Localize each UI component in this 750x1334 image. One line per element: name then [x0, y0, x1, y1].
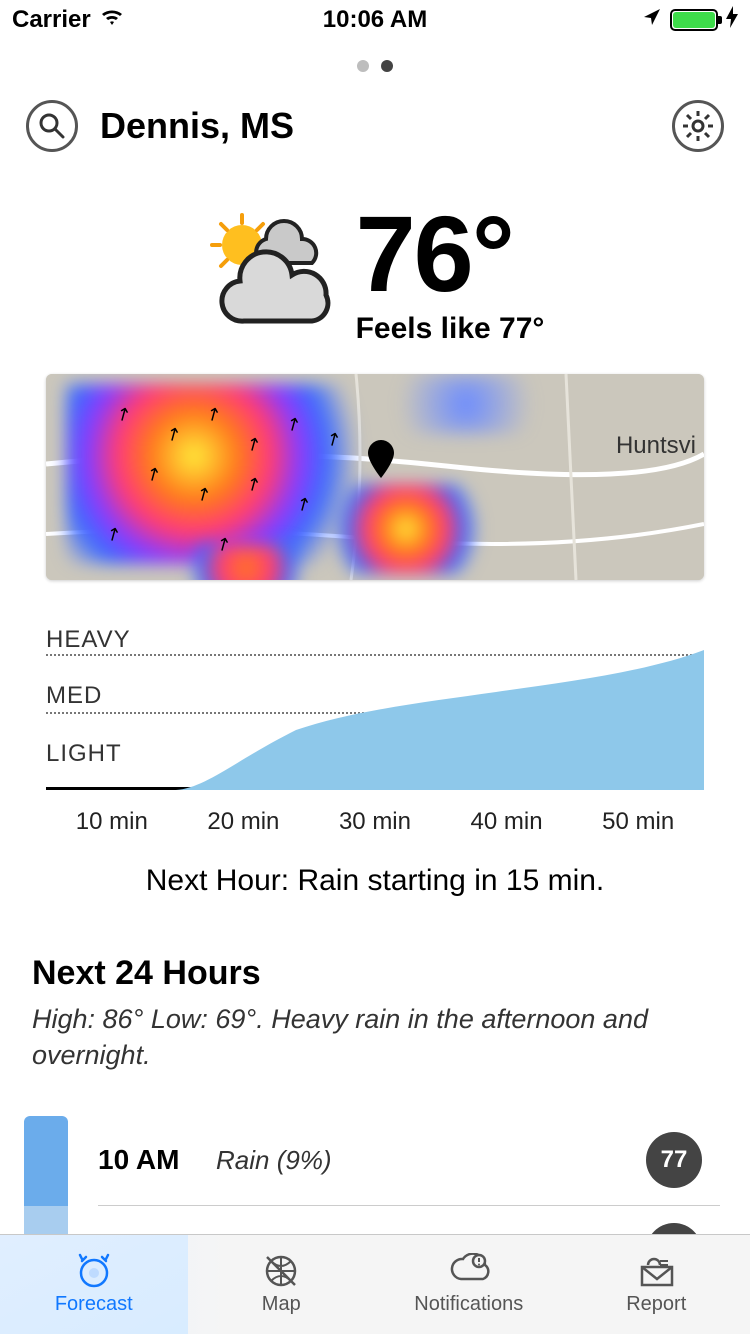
location-name[interactable]: Dennis, MS — [100, 105, 294, 147]
next-hour-summary: Next Hour: Rain starting in 15 min. — [0, 864, 750, 898]
envelope-cloud-icon — [634, 1253, 678, 1289]
tab-label: Report — [626, 1293, 686, 1316]
page-dot[interactable] — [357, 60, 369, 72]
search-button[interactable] — [26, 100, 78, 152]
radar-map[interactable]: ↗ ↗ ↗ ↗ ↗ ↗ ↗ ↗ ↗ ↗ ↗ ↗ Huntsvi — [46, 374, 704, 580]
tab-label: Notifications — [414, 1293, 523, 1316]
globe-icon — [261, 1253, 301, 1289]
hour-temp-badge: 77 — [646, 1132, 702, 1188]
page-dots[interactable] — [0, 60, 750, 72]
xtick: 20 min — [207, 808, 279, 836]
page-dot-active[interactable] — [381, 60, 393, 72]
tab-map[interactable]: Map — [188, 1235, 376, 1334]
hour-condition: Rain (9%) — [216, 1145, 628, 1176]
battery-icon — [670, 9, 718, 31]
intensity-seg — [24, 1116, 68, 1206]
charging-icon — [726, 6, 738, 35]
cloud-alert-icon — [447, 1253, 491, 1289]
tab-label: Forecast — [55, 1293, 133, 1316]
xtick: 10 min — [76, 808, 148, 836]
xtick: 40 min — [471, 808, 543, 836]
precip-chart: HEAVY MED LIGHT — [46, 630, 704, 790]
next-24-title: Next 24 Hours — [32, 954, 718, 993]
tab-bar: Forecast Map Notifications Report — [0, 1234, 750, 1334]
settings-button[interactable] — [672, 100, 724, 152]
location-services-icon — [642, 6, 662, 34]
tab-forecast[interactable]: Forecast — [0, 1235, 188, 1334]
next-24-summary: High: 86° Low: 69°. Heavy rain in the af… — [32, 1001, 718, 1074]
hour-time: 10 AM — [98, 1144, 198, 1176]
tab-report[interactable]: Report — [563, 1235, 750, 1334]
partly-cloudy-icon — [206, 211, 346, 336]
tab-label: Map — [262, 1293, 301, 1316]
search-icon — [38, 112, 66, 140]
carrier-label: Carrier — [12, 6, 91, 34]
hourly-row[interactable]: 10 AM Rain (9%) 77 — [98, 1116, 720, 1206]
location-pin-icon — [368, 440, 394, 483]
xtick: 50 min — [602, 808, 674, 836]
status-time: 10:06 AM — [323, 6, 427, 34]
current-weather: 76° Feels like 77° — [0, 200, 750, 346]
radar-city-label: Huntsvi — [616, 432, 696, 460]
status-bar: Carrier 10:06 AM — [0, 0, 750, 40]
next-24-section: Next 24 Hours High: 86° Low: 69°. Heavy … — [0, 898, 750, 1074]
wifi-icon — [99, 6, 125, 34]
feels-like: Feels like 77° — [356, 312, 545, 346]
chart-x-ticks: 10 min 20 min 30 min 40 min 50 min — [0, 808, 750, 836]
xtick: 30 min — [339, 808, 411, 836]
forecast-icon — [74, 1253, 114, 1289]
tab-notifications[interactable]: Notifications — [375, 1235, 563, 1334]
gear-icon — [682, 110, 714, 142]
location-header: Dennis, MS — [0, 72, 750, 162]
current-temp: 76° — [356, 200, 545, 308]
